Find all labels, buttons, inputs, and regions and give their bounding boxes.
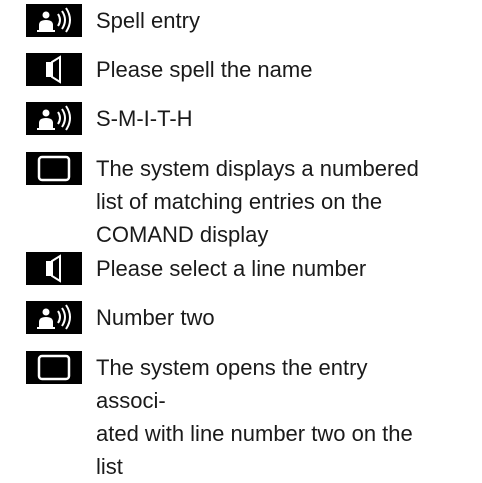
voice-command-icon <box>26 4 82 37</box>
speaker-icon <box>26 252 82 285</box>
step-text: Spell entry <box>96 8 200 33</box>
step-system-display: The system opens the entry associ- ated … <box>26 351 436 483</box>
step-system-voice: Please select a line number <box>26 252 436 285</box>
display-icon <box>26 351 82 384</box>
step-system-display: The system displays a numbered list of m… <box>26 152 436 251</box>
display-icon <box>26 152 82 185</box>
speaker-icon <box>26 53 82 86</box>
step-text: Please select a line number <box>96 256 367 281</box>
step-text: Number two <box>96 305 215 330</box>
step-system-voice: Please spell the name <box>26 53 436 86</box>
step-user-voice: Spell entry <box>26 4 436 37</box>
step-text: Please spell the name <box>96 57 313 82</box>
voice-command-icon <box>26 301 82 334</box>
voice-command-icon <box>26 102 82 135</box>
step-text: S-M-I-T-H <box>96 106 193 131</box>
step-text: The system opens the entry associ- ated … <box>96 355 413 479</box>
step-user-voice: Number two <box>26 301 436 334</box>
step-user-voice: S-M-I-T-H <box>26 102 436 135</box>
step-text: The system displays a numbered list of m… <box>96 156 419 247</box>
